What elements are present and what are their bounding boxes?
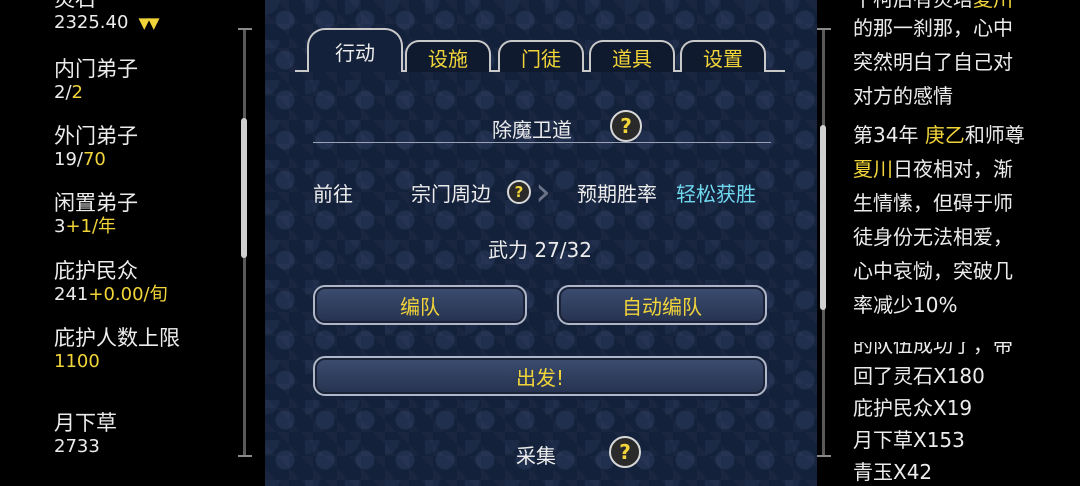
- trend-down-icon: ▼▼: [138, 14, 159, 32]
- log-line: 月下草X153: [853, 428, 965, 452]
- scrollbar-cap: [238, 455, 252, 457]
- depart-button[interactable]: 出发!: [313, 356, 767, 396]
- stat-name: 月下草: [54, 411, 117, 435]
- stat-value: 1100: [54, 351, 100, 372]
- log-line: 对方的感情: [853, 84, 953, 108]
- resource-panel: 灵石 2325.40▼▼ 内门弟子 2/2 外门弟子 19/70 闲置弟子 3+…: [0, 0, 265, 486]
- stat-value: 2/2: [54, 82, 83, 103]
- expected-win-label: 预期胜率: [577, 182, 657, 206]
- stat-value: 19/70: [54, 149, 106, 170]
- team-button[interactable]: 编队: [313, 285, 527, 325]
- power-readout: 武力 27/32: [488, 238, 592, 262]
- scrollbar-thumb[interactable]: [820, 125, 826, 310]
- stat-name: 灵石: [54, 0, 158, 12]
- stat-inner-disciples: 内门弟子 2/2: [54, 56, 138, 104]
- scrollbar-cap: [817, 455, 831, 457]
- stat-name: 闲置弟子: [54, 191, 138, 215]
- log-line: 心中哀恸，突破几: [853, 259, 1013, 283]
- section-title-gather: 采集: [516, 444, 556, 468]
- section-divider: [313, 142, 771, 143]
- stat-value: 2733: [54, 436, 100, 457]
- log-line: 生情愫，但碍于师: [853, 191, 1013, 215]
- log-line: 突然明白了自己对: [853, 50, 1013, 74]
- destination-help-icon[interactable]: ?: [507, 180, 531, 204]
- tab-disciples[interactable]: 门徒: [498, 40, 584, 72]
- event-log-panel: 千柯后有灵培夏川 的那一刹那，心中 突然明白了自己对 对方的感情 第34年 庚乙…: [817, 0, 1080, 486]
- goto-label: 前往: [313, 182, 353, 206]
- stat-value: 241+0.00/旬: [54, 284, 168, 305]
- section-title-demon-hunt: 除魔卫道: [492, 118, 572, 142]
- stat-moon-grass: 月下草 2733: [54, 410, 117, 458]
- stat-value: 3+1/年: [54, 216, 117, 237]
- log-line: 率减少10%: [853, 293, 958, 317]
- destination-select[interactable]: 宗门周边: [411, 178, 491, 207]
- tab-facilities[interactable]: 设施: [405, 40, 491, 72]
- main-panel: 行动 设施 门徒 道具 设置 除魔卫道 ? 前往 宗门周边 ? › 预期胜率 轻…: [265, 0, 817, 486]
- expected-win-value: 轻松获胜: [676, 182, 756, 206]
- stat-spirit-stone: 灵石 2325.40▼▼: [54, 0, 160, 34]
- log-line: 的队伍成功了，带: [853, 333, 1013, 357]
- stat-value: 2325.40 ▼▼: [54, 12, 160, 33]
- log-line: 回了灵石X180: [853, 364, 985, 388]
- log-line: 徒身份无法相爱，: [853, 225, 1013, 249]
- stat-outer-disciples: 外门弟子 19/70: [54, 123, 138, 171]
- help-icon[interactable]: ?: [609, 436, 641, 468]
- log-line: 第34年 庚乙和师尊: [853, 123, 1025, 147]
- log-line: 青玉X42: [853, 460, 933, 484]
- tab-action[interactable]: 行动: [307, 28, 403, 72]
- tab-settings[interactable]: 设置: [680, 40, 766, 72]
- stat-idle-disciples: 闲置弟子 3+1/年: [54, 190, 138, 238]
- scrollbar-thumb[interactable]: [241, 118, 247, 258]
- tab-items[interactable]: 道具: [589, 40, 675, 72]
- log-line: 庇护民众X19: [853, 396, 973, 420]
- stat-protection-limit: 庇护人数上限 1100: [54, 325, 180, 373]
- stat-name: 庇护民众: [54, 259, 138, 283]
- stat-name: 内门弟子: [54, 57, 138, 81]
- log-line: 的那一刹那，心中: [853, 16, 1013, 40]
- stat-name: 庇护人数上限: [54, 326, 180, 350]
- help-icon[interactable]: ?: [610, 110, 642, 142]
- auto-team-button[interactable]: 自动编队: [557, 285, 767, 325]
- log-line: 夏川日夜相对，渐: [853, 157, 1013, 181]
- stat-name: 外门弟子: [54, 124, 138, 148]
- arrow-icon: ›: [535, 169, 551, 215]
- stat-protected-people: 庇护民众 241+0.00/旬: [54, 258, 168, 306]
